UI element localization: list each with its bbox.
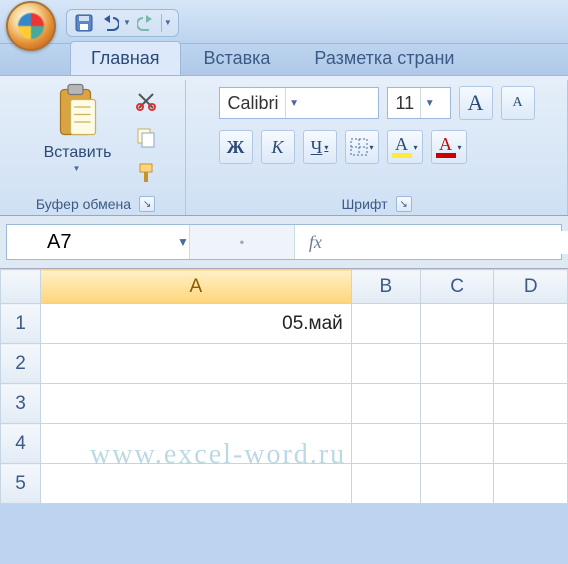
group-font-label: Шрифт bbox=[341, 196, 387, 212]
copy-icon[interactable] bbox=[133, 124, 159, 150]
shrink-font-button[interactable]: A bbox=[501, 86, 535, 120]
paste-label: Вставить bbox=[44, 144, 112, 162]
ribbon: Вставить ▼ Буфер обмена ↘ bbox=[0, 76, 568, 216]
font-name-combo[interactable]: Calibri▼ bbox=[219, 87, 379, 119]
cell-D2[interactable] bbox=[494, 344, 568, 384]
tab-home[interactable]: Главная bbox=[70, 41, 181, 75]
formula-bar: ▼ fx bbox=[6, 224, 562, 260]
cell-C3[interactable] bbox=[420, 384, 494, 424]
name-box[interactable] bbox=[7, 230, 177, 255]
cell-B5[interactable] bbox=[351, 464, 420, 504]
quick-access-toolbar: ▼ ▼ bbox=[66, 9, 179, 37]
col-header-D[interactable]: D bbox=[494, 270, 568, 304]
cell-A3[interactable] bbox=[41, 384, 352, 424]
row-header-3[interactable]: 3 bbox=[1, 384, 41, 424]
name-box-dropdown-icon[interactable]: ▼ bbox=[177, 235, 189, 249]
undo-dropdown-icon[interactable]: ▼ bbox=[123, 18, 131, 27]
formula-bar-spacer bbox=[189, 225, 295, 259]
bold-button[interactable]: Ж bbox=[219, 130, 253, 164]
cell-B3[interactable] bbox=[351, 384, 420, 424]
cell-C2[interactable] bbox=[420, 344, 494, 384]
row-header-4[interactable]: 4 bbox=[1, 424, 41, 464]
font-dialog-launcher-icon[interactable]: ↘ bbox=[396, 196, 412, 212]
borders-button[interactable] bbox=[345, 130, 379, 164]
cell-C1[interactable] bbox=[420, 304, 494, 344]
cut-icon[interactable] bbox=[133, 88, 159, 114]
redo-icon[interactable] bbox=[135, 12, 157, 34]
select-all-corner[interactable] bbox=[1, 270, 41, 304]
group-clipboard: Вставить ▼ Буфер обмена ↘ bbox=[6, 80, 186, 215]
font-color-button[interactable]: A bbox=[431, 130, 467, 164]
fill-color-button[interactable]: A bbox=[387, 130, 423, 164]
cell-B2[interactable] bbox=[351, 344, 420, 384]
ribbon-tabs: Главная Вставка Разметка страни bbox=[0, 44, 568, 76]
col-header-B[interactable]: B bbox=[351, 270, 420, 304]
fill-color-glyph: A bbox=[395, 136, 408, 152]
office-button[interactable] bbox=[6, 1, 56, 51]
paste-dropdown-icon[interactable]: ▼ bbox=[73, 164, 81, 173]
cell-D1[interactable] bbox=[494, 304, 568, 344]
format-painter-icon[interactable] bbox=[133, 160, 159, 186]
cell-D4[interactable] bbox=[494, 424, 568, 464]
cell-A4[interactable] bbox=[41, 424, 352, 464]
tab-insert[interactable]: Вставка bbox=[183, 41, 292, 75]
font-size-value: 11 bbox=[396, 93, 415, 114]
row-header-2[interactable]: 2 bbox=[1, 344, 41, 384]
row-header-1[interactable]: 1 bbox=[1, 304, 41, 344]
formula-input[interactable] bbox=[336, 231, 568, 254]
paste-button[interactable]: Вставить ▼ bbox=[33, 82, 123, 173]
col-header-C[interactable]: C bbox=[420, 270, 494, 304]
font-size-combo[interactable]: 11▼ bbox=[387, 87, 451, 119]
font-name-value: Calibri bbox=[228, 93, 279, 114]
undo-icon[interactable] bbox=[99, 12, 121, 34]
spreadsheet-grid[interactable]: A B C D 1 05.май 2 3 4 bbox=[0, 269, 568, 504]
cell-D3[interactable] bbox=[494, 384, 568, 424]
qat-customize-icon[interactable]: ▼ bbox=[164, 18, 172, 27]
cell-C5[interactable] bbox=[420, 464, 494, 504]
group-font: Calibri▼ 11▼ A A Ж К Ч A A bbox=[186, 80, 568, 215]
underline-button[interactable]: Ч bbox=[303, 130, 337, 164]
grow-font-button[interactable]: A bbox=[459, 86, 493, 120]
cell-D5[interactable] bbox=[494, 464, 568, 504]
italic-button[interactable]: К bbox=[261, 130, 295, 164]
clipboard-dialog-launcher-icon[interactable]: ↘ bbox=[139, 196, 155, 212]
tab-page-layout[interactable]: Разметка страни bbox=[293, 41, 475, 75]
row-header-5[interactable]: 5 bbox=[1, 464, 41, 504]
cell-A2[interactable] bbox=[41, 344, 352, 384]
cell-B4[interactable] bbox=[351, 424, 420, 464]
cell-B1[interactable] bbox=[351, 304, 420, 344]
font-color-glyph: A bbox=[439, 136, 452, 152]
group-clipboard-label: Буфер обмена bbox=[36, 196, 131, 212]
cell-A5[interactable] bbox=[41, 464, 352, 504]
fx-button[interactable]: fx bbox=[295, 232, 336, 253]
col-header-A[interactable]: A bbox=[41, 270, 352, 304]
save-icon[interactable] bbox=[73, 12, 95, 34]
cell-A1[interactable]: 05.май bbox=[41, 304, 352, 344]
cell-C4[interactable] bbox=[420, 424, 494, 464]
